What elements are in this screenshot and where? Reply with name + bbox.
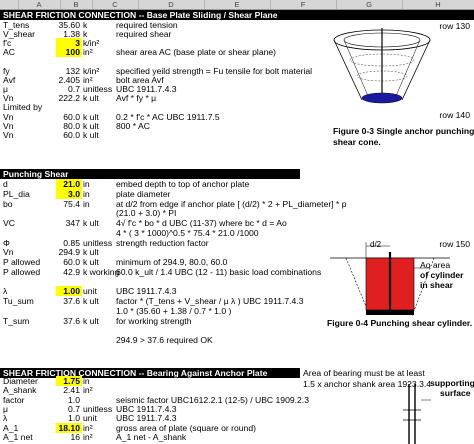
cell-description[interactable]: for working strength <box>116 316 331 326</box>
cell-description[interactable]: (21.0 + 3.0) * PI <box>116 208 331 218</box>
cell-description[interactable]: 294.9 > 37.6 required OK <box>116 335 331 345</box>
cell-unit[interactable]: k ult <box>83 130 133 140</box>
cell-description[interactable]: 4√ f'c * bo * d UBC (11-37) where bc * d… <box>116 218 331 228</box>
cell-label[interactable]: T_sum <box>3 316 58 326</box>
cell-description[interactable]: plate diameter <box>116 189 331 199</box>
cell-description[interactable]: 4 * ( 3 * 1000)^0.5 * 75.4 * 21.0 /1000 <box>116 228 331 238</box>
col-header-d[interactable]: D <box>138 0 205 9</box>
punching-cone-diagram <box>333 28 431 104</box>
col-header-h[interactable]: H <box>402 0 474 9</box>
figure-caption-cone-2: shear cone. <box>333 137 381 147</box>
col-header-g[interactable]: G <box>336 0 403 9</box>
cell-value[interactable]: 294.9 <box>56 247 80 257</box>
cell-description[interactable]: minimum of 294.9, 80.0, 60.0 <box>116 257 331 267</box>
cell-description[interactable]: 1.0 * (35.60 + 1.38 / 0.7 * 1.0 ) <box>116 306 331 316</box>
cell-description[interactable]: shear area AC (base plate or shear plane… <box>116 47 331 57</box>
cell-description[interactable]: at d/2 from edge if anchor plate [ (d/2)… <box>116 199 347 209</box>
cell-description[interactable]: factor * (T_tens + V_shear / μ λ ) UBC 1… <box>116 296 331 306</box>
cell-value[interactable]: 0.85 <box>56 238 80 248</box>
cell-label[interactable]: Vn <box>3 247 58 257</box>
cell-label[interactable]: P allowed <box>3 267 58 277</box>
cell-description[interactable]: Avf * fy * μ <box>116 93 331 103</box>
cell-description[interactable]: UBC 1911.7.4.3 <box>116 286 331 296</box>
cell-unit[interactable]: k ult <box>83 247 133 257</box>
cell-value[interactable]: 222.2 <box>56 93 80 103</box>
cell-label[interactable]: Tu_sum <box>3 296 58 306</box>
cell-description[interactable]: strength reduction factor <box>116 238 331 248</box>
cell-value[interactable]: 75.4 <box>56 199 80 209</box>
col-header-f[interactable]: F <box>270 0 337 9</box>
cell-description[interactable]: required shear <box>116 29 331 39</box>
cell-value[interactable]: 21.0 <box>56 179 82 189</box>
cell-value[interactable]: 347 <box>56 218 80 228</box>
cell-value[interactable]: 3.0 <box>56 188 82 199</box>
supporting-label-1: supporting <box>430 378 474 388</box>
figure-caption-cylinder: Figure 0-4 Punching shear cylinder. <box>327 318 473 328</box>
cell-label[interactable]: λ <box>3 286 58 296</box>
cell-description[interactable]: 60.0 k_ult / 1.4 UBC (12 - 11) basic loa… <box>116 267 331 277</box>
cell-description[interactable]: 800 * AC <box>116 121 331 131</box>
section-header-punching-shear: Punching Shear <box>0 169 300 179</box>
cyl-label-3: in shear <box>420 280 453 290</box>
cell-label[interactable]: d <box>3 179 58 189</box>
cell-value[interactable]: 37.6 <box>56 296 80 306</box>
cell-label[interactable]: A_1 net <box>3 432 58 442</box>
cell-label[interactable]: P allowed <box>3 257 58 267</box>
cell-label[interactable]: bo <box>3 199 58 209</box>
cell-label[interactable]: Φ <box>3 238 58 248</box>
cell-value[interactable]: 16 <box>56 432 80 442</box>
supporting-label-2: surface <box>440 388 471 398</box>
cell-label[interactable]: Vn <box>3 130 58 140</box>
cell-value[interactable]: 37.6 <box>56 316 80 326</box>
cell-value[interactable]: 42.9 <box>56 267 80 277</box>
cell-description[interactable]: A_1 net - A_shank <box>116 432 331 442</box>
cell-value[interactable]: 1.00 <box>56 286 82 297</box>
cell-description[interactable]: embed depth to top of anchor plate <box>116 179 331 189</box>
col-header-e[interactable]: E <box>204 0 271 9</box>
cell-label[interactable]: AC <box>3 47 58 57</box>
corner-cell[interactable] <box>0 0 19 9</box>
cell-label[interactable]: VC <box>3 218 58 228</box>
section-header-base-plate: SHEAR FRICTION CONNECTION -- Base Plate … <box>0 10 474 20</box>
bearing-note-1: Area of bearing must be at least <box>303 368 425 378</box>
cell-label[interactable]: PL_dia <box>3 189 58 199</box>
cell-value[interactable]: 60.0 <box>56 130 80 140</box>
cyl-label-1: Ao area <box>420 260 451 270</box>
col-header-a[interactable]: A <box>18 0 61 9</box>
column-header-row: A B C D E F G H <box>0 0 474 10</box>
col-header-c[interactable]: C <box>92 0 139 9</box>
cell-value[interactable]: 60.0 <box>56 257 80 267</box>
cyl-label-2: of cylinder <box>420 270 464 280</box>
col-header-b[interactable]: B <box>60 0 93 9</box>
figure-caption-cone: Figure 0-3 Single anchor punching <box>333 126 474 136</box>
d-over-2-label: d/2 <box>370 240 382 249</box>
spreadsheet: A B C D E F G H SHEAR FRICTION CONNECTIO… <box>0 0 474 444</box>
row-tag-140: row 140 <box>439 110 470 120</box>
cell-value[interactable]: 100 <box>56 47 82 58</box>
